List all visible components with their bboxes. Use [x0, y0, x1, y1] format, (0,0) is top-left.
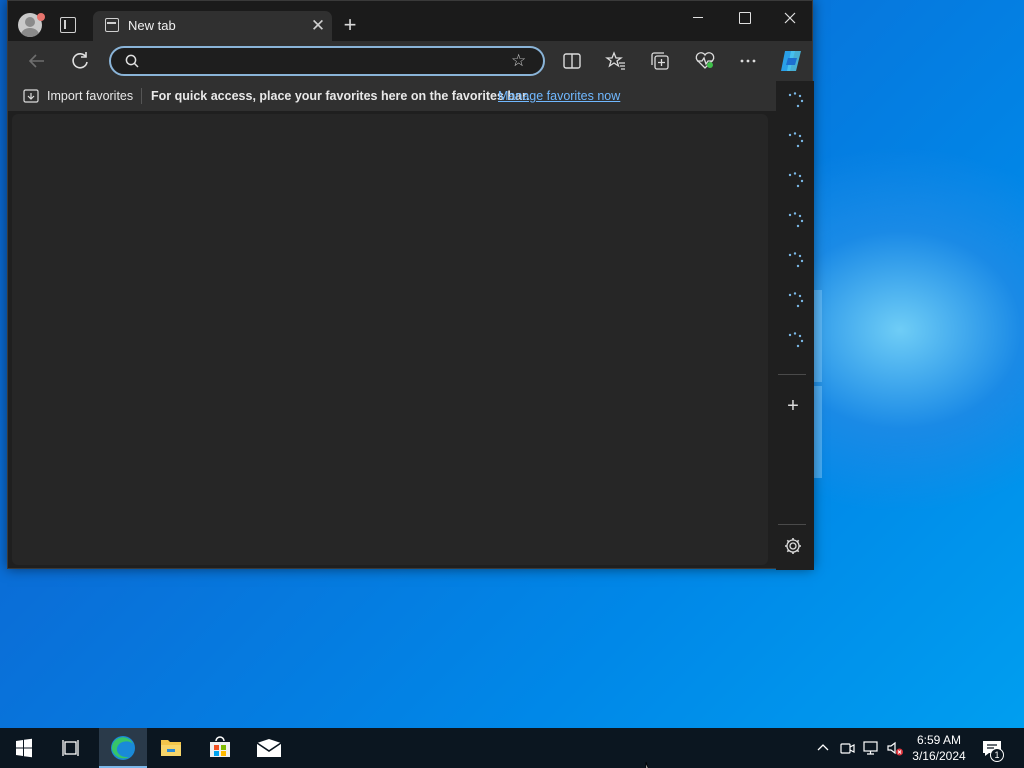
more-icon — [740, 59, 756, 63]
meet-now-icon[interactable] — [838, 739, 856, 757]
file-explorer-icon — [161, 740, 181, 756]
clock-date: 3/16/2024 — [912, 749, 966, 763]
edge-icon — [111, 736, 135, 760]
favorites-icon — [605, 51, 625, 70]
gear-icon[interactable] — [783, 536, 803, 556]
loading-spinner-icon[interactable] — [786, 171, 804, 189]
taskbar-explorer-button[interactable] — [147, 728, 195, 768]
minimize-button[interactable] — [678, 5, 718, 31]
back-button[interactable] — [23, 47, 51, 75]
favorites-bar-divider — [141, 88, 142, 104]
taskbar-edge-button[interactable] — [99, 728, 147, 768]
browser-window: New tab ✕ + ☆ Import favorites For quick… — [7, 0, 814, 570]
maximize-button[interactable] — [724, 5, 764, 31]
sidebar-divider — [778, 374, 806, 375]
tab-title: New tab — [128, 18, 176, 33]
close-icon — [784, 12, 796, 24]
refresh-button[interactable] — [66, 47, 94, 75]
network-icon[interactable] — [862, 739, 880, 757]
browser-essentials-button[interactable] — [694, 50, 716, 72]
address-bar[interactable]: ☆ — [109, 46, 545, 76]
taskbar-mail-button[interactable] — [245, 728, 293, 768]
desktop-light-streak — [813, 290, 822, 382]
mail-icon — [256, 739, 282, 757]
close-window-button[interactable] — [770, 5, 810, 31]
search-icon — [125, 54, 139, 68]
address-input[interactable] — [149, 52, 489, 70]
title-bar: New tab ✕ + — [8, 1, 812, 41]
volume-muted-icon[interactable] — [886, 739, 904, 757]
split-screen-button[interactable] — [561, 50, 583, 72]
workspaces-icon[interactable] — [60, 17, 76, 33]
import-icon[interactable] — [22, 88, 40, 104]
copilot-button[interactable] — [778, 48, 804, 74]
store-icon — [210, 736, 230, 757]
favorites-bar-message: For quick access, place your favorites h… — [151, 89, 530, 103]
more-button[interactable] — [737, 50, 759, 72]
mouse-cursor-icon — [645, 762, 649, 768]
manage-favorites-link[interactable]: Manage favorites now — [498, 89, 620, 103]
new-tab-page-icon — [105, 18, 119, 32]
sidebar: + — [776, 81, 814, 570]
desktop-light-streak — [813, 386, 822, 478]
notification-count-badge: 1 — [990, 748, 1004, 762]
star-icon[interactable]: ☆ — [511, 52, 529, 70]
sidebar-divider — [778, 524, 806, 525]
profile-notification-dot — [37, 13, 45, 21]
favorites-button[interactable] — [605, 50, 627, 72]
browser-essentials-icon — [695, 52, 715, 69]
taskbar: 6:59 AM 3/16/2024 1 — [0, 728, 1024, 768]
start-button[interactable] — [0, 728, 48, 768]
loading-spinner-icon[interactable] — [786, 251, 804, 269]
loading-spinner-icon[interactable] — [786, 131, 804, 149]
loading-spinner-icon[interactable] — [786, 91, 804, 109]
collections-icon — [651, 52, 669, 70]
collections-button[interactable] — [649, 50, 671, 72]
task-view-button[interactable] — [48, 728, 96, 768]
clock[interactable]: 6:59 AM 3/16/2024 — [906, 732, 972, 764]
windows-logo-icon — [16, 738, 32, 758]
import-favorites-button[interactable]: Import favorites — [47, 89, 133, 103]
copilot-icon — [781, 51, 801, 71]
favorites-bar: Import favorites For quick access, place… — [8, 81, 812, 111]
page-content[interactable] — [12, 114, 768, 565]
taskbar-store-button[interactable] — [196, 728, 244, 768]
loading-spinner-icon[interactable] — [786, 291, 804, 309]
task-view-icon — [62, 740, 79, 756]
tab-new-tab[interactable]: New tab ✕ — [93, 11, 332, 41]
back-arrow-icon — [28, 54, 44, 68]
toolbar: ☆ — [8, 41, 812, 81]
close-tab-button[interactable]: ✕ — [308, 16, 328, 36]
clock-time: 6:59 AM — [916, 733, 962, 747]
loading-spinner-icon[interactable] — [786, 331, 804, 349]
loading-spinner-icon[interactable] — [786, 211, 804, 229]
split-screen-icon — [563, 53, 581, 69]
refresh-icon — [72, 52, 88, 69]
new-tab-button[interactable]: + — [338, 13, 362, 37]
chevron-up-icon[interactable] — [815, 740, 831, 756]
sidebar-add-button[interactable]: + — [783, 396, 803, 416]
